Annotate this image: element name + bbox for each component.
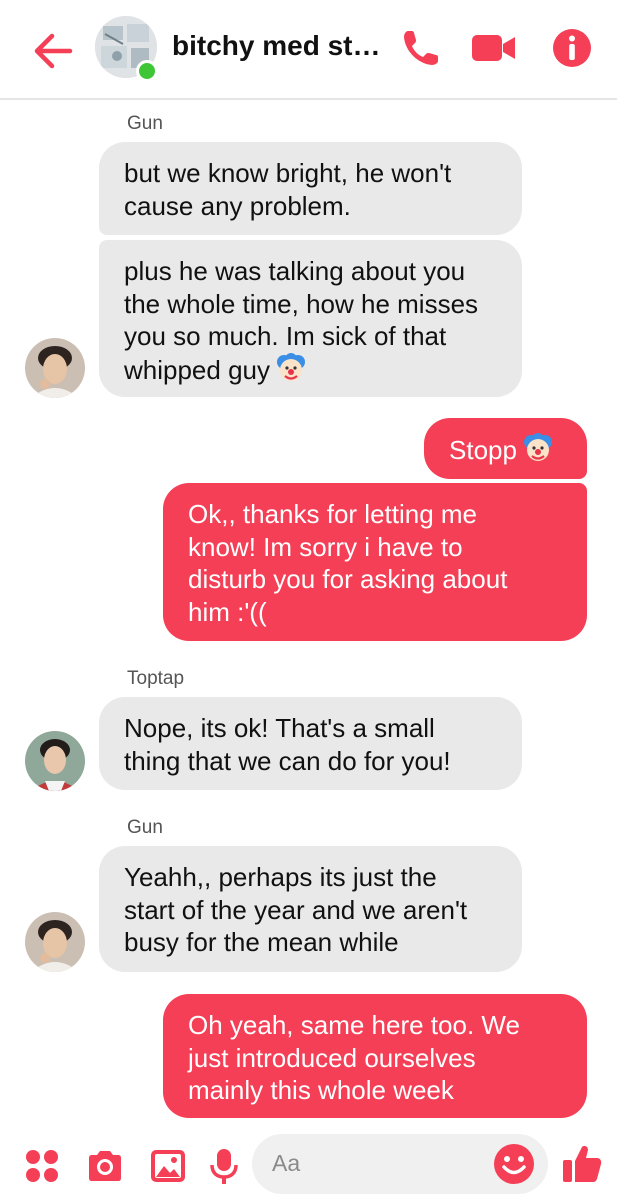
- image-icon[interactable]: [148, 1146, 188, 1186]
- outgoing-message-bubble[interactable]: Ok,, thanks for letting me know! Im sorr…: [163, 483, 587, 641]
- outgoing-message-bubble[interactable]: Oh yeah, same here too. We just introduc…: [163, 994, 587, 1118]
- message-composer: Aa: [0, 1128, 617, 1200]
- info-icon[interactable]: [550, 26, 594, 70]
- sender-name: Toptap: [127, 668, 185, 689]
- chat-title[interactable]: bitchy med stu...: [172, 30, 387, 62]
- online-status-indicator: [136, 60, 158, 82]
- outgoing-message-bubble[interactable]: Stopp: [424, 418, 587, 479]
- camera-icon[interactable]: [85, 1146, 125, 1186]
- phone-icon[interactable]: [399, 26, 443, 70]
- sender-name: Gun: [127, 113, 163, 134]
- incoming-message-bubble[interactable]: but we know bright, he won't cause any p…: [99, 142, 522, 235]
- incoming-message-bubble[interactable]: plus he was talking about you the whole …: [99, 240, 522, 397]
- apps-icon[interactable]: [22, 1146, 62, 1186]
- microphone-icon[interactable]: [204, 1146, 244, 1186]
- clown-face-icon: [277, 352, 305, 381]
- message-text: Stopp: [449, 435, 517, 465]
- thumbs-up-icon[interactable]: [560, 1142, 604, 1186]
- video-camera-icon[interactable]: [470, 26, 518, 70]
- back-arrow-icon[interactable]: [30, 28, 76, 74]
- avatar[interactable]: [25, 912, 85, 972]
- emoji-icon[interactable]: [492, 1142, 536, 1186]
- message-input-placeholder: Aa: [272, 1150, 301, 1176]
- sender-name: Gun: [127, 817, 163, 838]
- clown-face-icon: [523, 433, 552, 461]
- avatar[interactable]: [25, 338, 85, 398]
- incoming-message-bubble[interactable]: Nope, its ok! That's a small thing that …: [99, 697, 522, 790]
- message-input[interactable]: Aa: [252, 1134, 548, 1194]
- incoming-message-bubble[interactable]: Yeahh,, perhaps its just the start of th…: [99, 846, 522, 972]
- avatar[interactable]: [25, 731, 85, 791]
- chat-header: bitchy med stu...: [0, 0, 617, 100]
